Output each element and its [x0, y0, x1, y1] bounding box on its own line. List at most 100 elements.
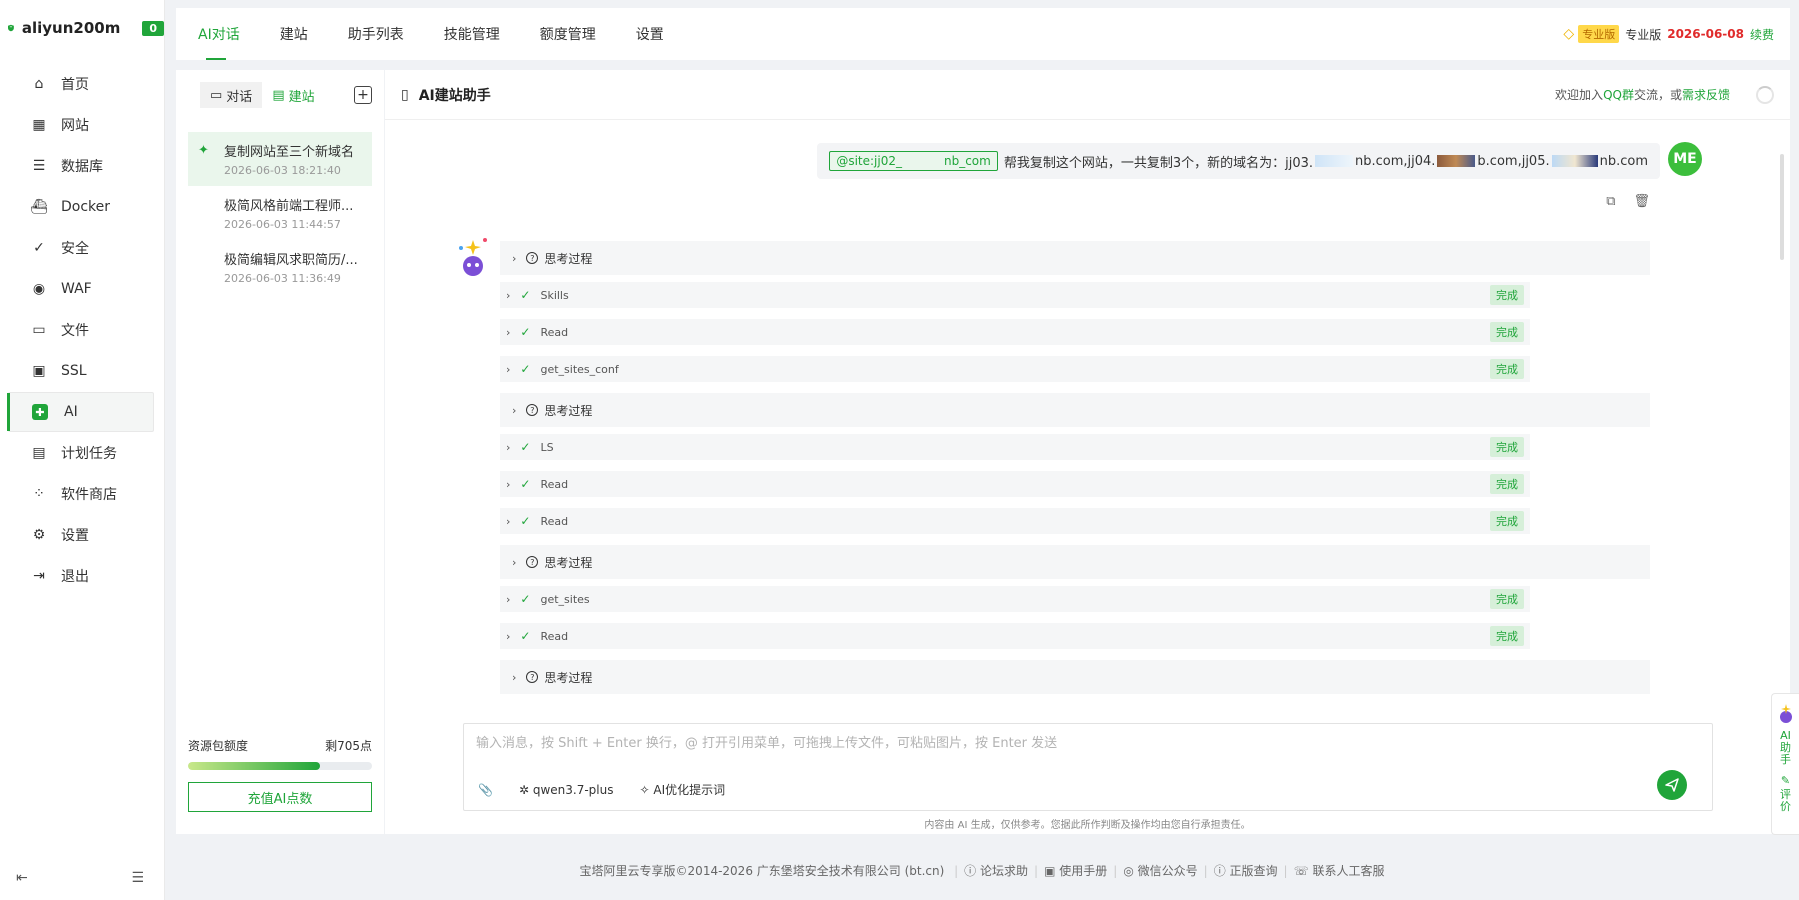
copy-icon[interactable]: ⧉ [1606, 194, 1615, 209]
sidebar-item-10[interactable]: ⁘ 软件商店 [8, 474, 154, 514]
sidebar-item-11[interactable]: ⚙ 设置 [8, 515, 154, 555]
sidebar-item-3[interactable]: ⛴ Docker [8, 187, 154, 227]
sidebar-item-9[interactable]: ▤ 计划任务 [8, 433, 154, 473]
footer-link[interactable]: ⓘ 论坛求助 [964, 864, 1028, 878]
model-selector[interactable]: ✲ qwen3.7-plus [519, 783, 614, 797]
help-circle-icon: ⓘ [964, 864, 977, 878]
server-badge[interactable]: 0 [142, 20, 164, 36]
chevron-right-icon: › [506, 288, 511, 302]
session-date: 2026-06-03 11:44:57 [224, 218, 341, 231]
seg-build[interactable]: ▤ 建站 [262, 82, 324, 108]
session-date: 2026-06-03 11:36:49 [224, 272, 341, 285]
footer-link-label: 微信公众号 [1137, 864, 1198, 878]
attach-icon[interactable]: 📎 [478, 783, 493, 797]
tool-step[interactable]: › ✓ get_sites_conf 完成 [500, 356, 1530, 382]
sidebar-item-label: 计划任务 [61, 446, 117, 462]
new-session-button[interactable]: + [354, 86, 372, 104]
footer-link-label: 正版查询 [1229, 864, 1278, 878]
chat-scrollbar[interactable] [1780, 154, 1784, 260]
footer-link-label: 使用手册 [1059, 864, 1108, 878]
site-tag-a: @site:jj02_ [836, 154, 902, 168]
collapse-left-icon[interactable]: ⇤ [16, 870, 28, 886]
session-title: 极简编辑风求职简历/... [224, 253, 358, 268]
folder-icon: ▭ [32, 322, 46, 338]
float-ai-e: 价 [1780, 800, 1791, 813]
session-item[interactable]: 极简风格前端工程师... 2026-06-03 11:44:57 [188, 186, 372, 240]
optimize-label: AI优化提示词 [653, 783, 726, 797]
status-badge: 完成 [1490, 437, 1524, 457]
think-step[interactable]: ›? 思考过程 [500, 393, 1650, 427]
float-ai-c: 手 [1780, 753, 1791, 766]
chat-title: AI建站助手 [418, 87, 491, 104]
server-name: aliyun200m [21, 19, 121, 37]
ai-disclaimer: 内容由 AI 生成，仅供参考。您据此所作判断及操作均由您自行承担责任。 [924, 820, 1251, 831]
tab-4[interactable]: 额度管理 [520, 8, 616, 60]
support-icon: ☏ [1293, 864, 1309, 878]
sidebar-item-4[interactable]: ✓ 安全 [8, 228, 154, 268]
footer-link-label: 联系人工客服 [1312, 864, 1385, 878]
chevron-right-icon: › [512, 555, 517, 569]
sidebar-item-0[interactable]: ⌂ 首页 [8, 64, 154, 104]
copyright: 宝塔阿里云专享版©2014-2026 广东堡塔安全技术有限公司 (bt.cn) [579, 864, 945, 878]
tool-step[interactable]: › ✓ Read 完成 [500, 471, 1530, 497]
seg-chat[interactable]: ▭ 对话 [200, 82, 263, 108]
think-label: 思考过程 [544, 555, 593, 570]
session-item[interactable]: ✦ 复制网站至三个新域名 2026-06-03 18:21:40 [188, 132, 372, 186]
tool-step[interactable]: › ✓ Read 完成 [500, 623, 1530, 649]
website-icon: ▦ [32, 117, 46, 133]
sidebar-item-8[interactable]: ✚ AI [7, 392, 154, 432]
wechat-icon: ◎ [1123, 864, 1134, 878]
chevron-right-icon: › [506, 440, 511, 454]
recharge-button[interactable]: 充值AI点数 [188, 782, 372, 812]
tab-2[interactable]: 助手列表 [328, 8, 424, 60]
tool-step[interactable]: › ✓ get_sites 完成 [500, 586, 1530, 612]
sidebar-item-6[interactable]: ▭ 文件 [8, 310, 154, 350]
user-avatar: ME [1668, 142, 1702, 176]
optimize-prompt-button[interactable]: ✧ AI优化提示词 [640, 781, 726, 798]
sidebar-item-label: AI [64, 404, 78, 420]
chevron-right-icon: › [512, 403, 517, 417]
tool-step[interactable]: › ✓ Read 完成 [500, 508, 1530, 534]
session-item[interactable]: 极简编辑风求职简历/... 2026-06-03 11:36:49 [188, 240, 372, 294]
sidebar-item-5[interactable]: ◉ WAF [8, 269, 154, 309]
footer-link[interactable]: ⓘ 正版查询 [1214, 864, 1278, 878]
check-icon: ✓ [520, 288, 531, 302]
footer-link[interactable]: ☏ 联系人工客服 [1294, 864, 1385, 878]
tool-step[interactable]: › ✓ LS 完成 [500, 434, 1530, 460]
footer-link[interactable]: ◎ 微信公众号 [1123, 864, 1197, 878]
seg-chat-label: 对话 [226, 89, 253, 105]
renew-link[interactable]: 续费 [1750, 26, 1774, 43]
tab-1[interactable]: 建站 [260, 8, 328, 60]
sidebar-item-1[interactable]: ▦ 网站 [8, 105, 154, 145]
qq-group-link[interactable]: QQ群 [1603, 88, 1634, 102]
tab-5[interactable]: 设置 [616, 8, 684, 60]
think-step[interactable]: ›? 思考过程 [500, 660, 1650, 694]
tool-step[interactable]: › ✓ Read 完成 [500, 319, 1530, 345]
chevron-right-icon: › [506, 514, 511, 528]
think-step[interactable]: ›? 思考过程 [500, 545, 1650, 579]
sidebar-item-2[interactable]: ☰ 数据库 [8, 146, 154, 186]
sidebar-toggle-icon[interactable]: ▯ [401, 87, 409, 103]
site-tag[interactable]: @site:jj02_ nb_com [829, 151, 998, 171]
footer-link[interactable]: ▣ 使用手册 [1044, 864, 1107, 878]
tab-0[interactable]: AI对话 [176, 8, 260, 60]
verify-icon: ⓘ [1213, 864, 1226, 878]
welcome-mid: 交流，或 [1633, 88, 1682, 102]
think-step[interactable]: ›? 思考过程 [500, 241, 1650, 275]
settings-icon: ⚙ [32, 527, 46, 543]
chat-panel: ▯ AI建站助手 欢迎加入QQ群交流，或需求反馈 @site:jj02_ nb_c… [385, 70, 1790, 834]
delete-icon[interactable]: 🗑 [1633, 194, 1650, 209]
ai-assistant-float[interactable]: AI 助 手 ✎ 评 价 [1771, 693, 1799, 835]
sidebar-item-7[interactable]: ▣ SSL [8, 351, 154, 391]
tool-step[interactable]: › ✓ Skills 完成 [500, 282, 1530, 308]
message-input[interactable] [464, 724, 1712, 751]
tab-3[interactable]: 技能管理 [424, 8, 520, 60]
send-button[interactable] [1657, 770, 1687, 800]
menu-list-icon[interactable]: ☰ [131, 870, 144, 886]
tool-name: get_sites [540, 592, 590, 606]
license-info: ◇ 专业版 专业版 2026-06-08 续费 [1563, 25, 1774, 43]
footer-separator: | [1283, 864, 1288, 878]
ai-icon: ✚ [32, 404, 48, 420]
sidebar-item-12[interactable]: ⇥ 退出 [8, 556, 154, 596]
feedback-link[interactable]: 需求反馈 [1682, 88, 1730, 102]
